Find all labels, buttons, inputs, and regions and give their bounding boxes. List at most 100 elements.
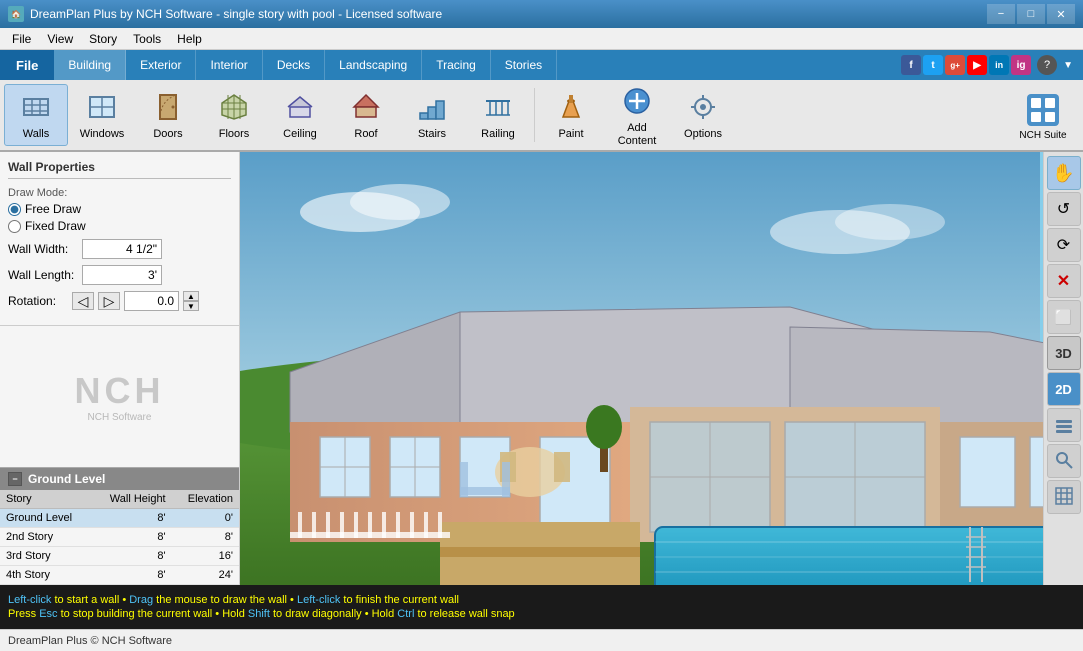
orbit-icon: ↺: [1057, 199, 1070, 219]
ground-level-section: − Ground Level Story Wall Height Elevati…: [0, 467, 239, 585]
help-button[interactable]: ?: [1037, 55, 1057, 75]
linkedin-icon[interactable]: in: [989, 55, 1009, 75]
menu-tools[interactable]: Tools: [125, 30, 169, 48]
tab-building[interactable]: Building: [54, 50, 126, 80]
rotation-input[interactable]: [124, 291, 179, 311]
status-text-1b: the mouse to draw the wall •: [156, 594, 297, 606]
delete-tool-button[interactable]: ✕: [1047, 264, 1081, 298]
table-row[interactable]: 4th Story 8' 24': [0, 566, 239, 585]
wall-length-input[interactable]: [82, 265, 162, 285]
facebook-icon[interactable]: f: [901, 55, 921, 75]
youtube-icon[interactable]: ▶: [967, 55, 987, 75]
doors-icon: [150, 89, 186, 125]
rotation-up-button[interactable]: ▲: [183, 291, 199, 301]
status-text-2a: Press: [8, 608, 39, 620]
bottom-bar: DreamPlan Plus © NCH Software: [0, 629, 1083, 651]
view2d-icon: 2D: [1055, 382, 1072, 397]
minimize-button[interactable]: −: [987, 4, 1015, 24]
tab-landscaping[interactable]: Landscaping: [325, 50, 422, 80]
ribbon-windows-button[interactable]: Windows: [70, 84, 134, 146]
ribbon-doors-button[interactable]: Doors: [136, 84, 200, 146]
zoom-button[interactable]: [1047, 444, 1081, 478]
rotation-down-button[interactable]: ▼: [183, 301, 199, 311]
tab-interior[interactable]: Interior: [196, 50, 262, 80]
ribbon-options-button[interactable]: Options: [671, 84, 735, 146]
nch-suite-button[interactable]: NCH Suite: [1007, 83, 1079, 147]
ribbon-add-content-button[interactable]: Add Content: [605, 84, 669, 146]
menu-view[interactable]: View: [39, 30, 81, 48]
instagram-icon[interactable]: ig: [1011, 55, 1031, 75]
wall-length-row: Wall Length:: [8, 265, 231, 285]
draw-mode-label: Draw Mode:: [8, 187, 231, 199]
zoom-icon: [1054, 450, 1074, 473]
copy-tool-button[interactable]: ⬜: [1047, 300, 1081, 334]
table-row[interactable]: 2nd Story 8' 8': [0, 528, 239, 547]
status-shift: Shift: [248, 608, 270, 620]
view3d-button[interactable]: 3D: [1047, 336, 1081, 370]
nch-logo: NCH: [75, 370, 165, 412]
ribbon: Walls Windows Doors: [0, 80, 1083, 152]
stairs-label: Stairs: [418, 128, 446, 140]
ribbon-paint-button[interactable]: Paint: [539, 84, 603, 146]
table-row[interactable]: 3rd Story 8' 16': [0, 547, 239, 566]
main-area: Wall Properties Draw Mode: Free Draw Fix…: [0, 152, 1083, 585]
view2d-button[interactable]: 2D: [1047, 372, 1081, 406]
options-icon: [685, 89, 721, 125]
menu-file[interactable]: File: [4, 30, 39, 48]
floors-icon: [216, 89, 252, 125]
tab-file[interactable]: File: [0, 50, 54, 80]
collapse-ground-button[interactable]: −: [8, 472, 22, 486]
ribbon-stairs-button[interactable]: Stairs: [400, 84, 464, 146]
tab-exterior[interactable]: Exterior: [126, 50, 196, 80]
maximize-button[interactable]: □: [1017, 4, 1045, 24]
elevation-cell: 0': [172, 509, 239, 528]
ground-level-table: Story Wall Height Elevation Ground Level…: [0, 490, 239, 585]
free-draw-radio[interactable]: [8, 203, 21, 216]
story-cell: 2nd Story: [0, 528, 92, 547]
status-ctrl: Ctrl: [397, 608, 414, 620]
close-button[interactable]: ✕: [1047, 4, 1075, 24]
ribbon-railing-button[interactable]: Railing: [466, 84, 530, 146]
orbit-tool-button[interactable]: ↺: [1047, 192, 1081, 226]
copy-icon: ⬜: [1055, 309, 1072, 326]
wall-height-column-header: Wall Height: [92, 490, 172, 509]
3d-viewport[interactable]: [240, 152, 1043, 585]
stairs-icon: [414, 89, 450, 125]
menu-story[interactable]: Story: [81, 30, 125, 48]
ribbon-floors-button[interactable]: Floors: [202, 84, 266, 146]
status-esc: Esc: [39, 608, 57, 620]
doors-label: Doors: [153, 128, 182, 140]
googleplus-icon[interactable]: g+: [945, 55, 965, 75]
tab-decks[interactable]: Decks: [263, 50, 325, 80]
table-row[interactable]: Ground Level 8' 0': [0, 509, 239, 528]
select-tool-button[interactable]: ✋: [1047, 156, 1081, 190]
fixed-draw-radio[interactable]: [8, 220, 21, 233]
wall-height-cell: 8': [92, 528, 172, 547]
status-line-2: Press Esc to stop building the current w…: [8, 608, 515, 620]
ribbon-roof-button[interactable]: Roof: [334, 84, 398, 146]
tab-arrow-icon[interactable]: ▼: [1059, 60, 1077, 71]
ground-table-body: Ground Level 8' 0'2nd Story 8' 8'3rd Sto…: [0, 509, 239, 585]
nch-suite-area: NCH Suite: [1007, 84, 1079, 146]
window-title: DreamPlan Plus by NCH Software - single …: [30, 7, 987, 21]
layers-button[interactable]: [1047, 408, 1081, 442]
ribbon-separator: [534, 88, 535, 142]
roof-icon: [348, 89, 384, 125]
story-cell: Ground Level: [0, 509, 92, 528]
ribbon-ceiling-button[interactable]: Ceiling: [268, 84, 332, 146]
scene-svg: [240, 152, 1043, 585]
windows-icon: [84, 89, 120, 125]
tab-tracing[interactable]: Tracing: [422, 50, 491, 80]
ground-level-title: Ground Level: [28, 472, 105, 486]
wall-width-input[interactable]: [82, 239, 162, 259]
ribbon-walls-button[interactable]: Walls: [4, 84, 68, 146]
rotate-left-button[interactable]: ◁: [72, 292, 94, 310]
rotate-right-button[interactable]: ▷: [98, 292, 120, 310]
grid-button[interactable]: [1047, 480, 1081, 514]
social-icons: f t g+ ▶ in ig ? ▼: [895, 50, 1083, 80]
pan-tool-button[interactable]: ⟳: [1047, 228, 1081, 262]
twitter-icon[interactable]: t: [923, 55, 943, 75]
menu-help[interactable]: Help: [169, 30, 210, 48]
tab-stories[interactable]: Stories: [491, 50, 557, 80]
pan-icon: ⟳: [1057, 235, 1070, 255]
